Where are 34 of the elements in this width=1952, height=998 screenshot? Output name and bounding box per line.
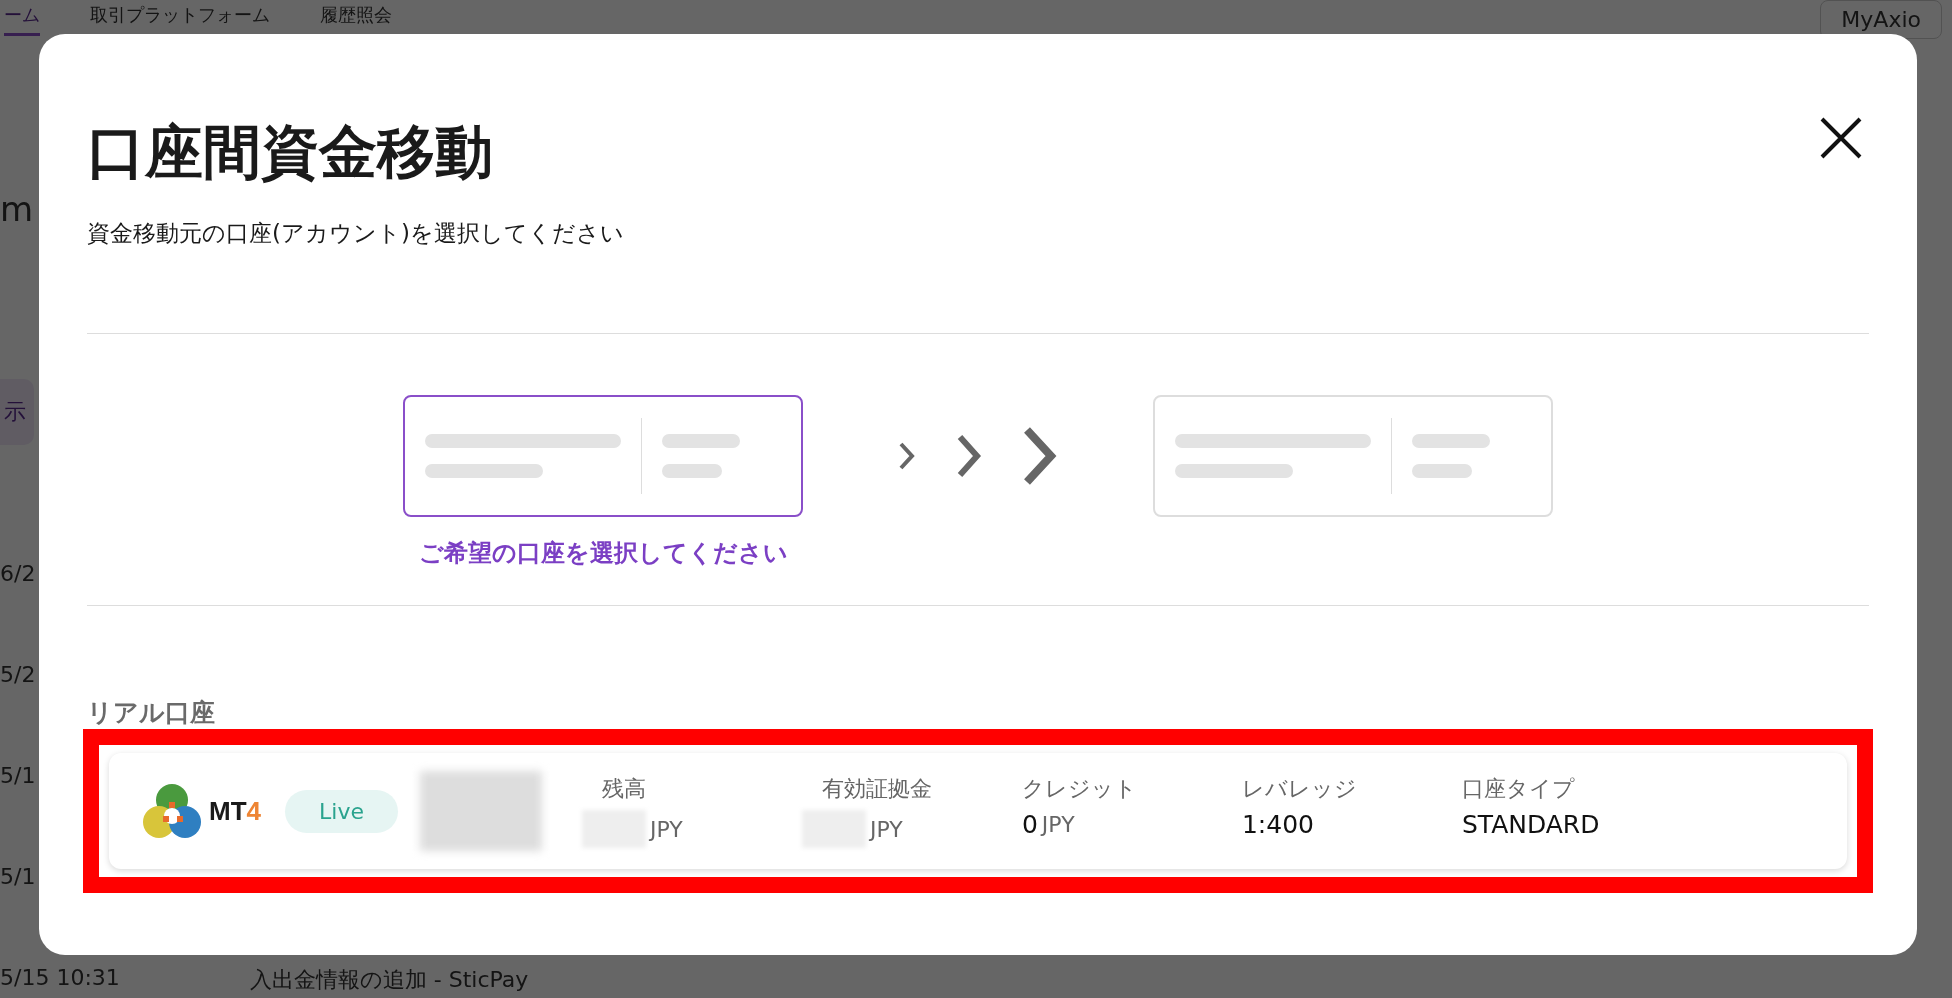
currency-label: JPY [1041, 812, 1075, 837]
field-value: STANDARD [1461, 810, 1600, 839]
currency-label: JPY [649, 816, 683, 842]
filter-tab[interactable]: 示 [0, 379, 34, 445]
chevron-icon [1022, 425, 1058, 487]
nav-tab[interactable]: 履歴照会 [320, 3, 392, 36]
nav-tab[interactable]: 取引プラットフォーム [90, 3, 270, 36]
field-label: クレジット [1021, 775, 1138, 803]
close-icon[interactable] [1819, 116, 1863, 160]
account-placeholder-card[interactable] [403, 395, 803, 517]
dialog-title: 口座間資金移動 [87, 117, 494, 188]
nav-tab[interactable]: ーム [4, 3, 40, 36]
chevron-icon [898, 441, 916, 471]
field-value: 0 [1021, 810, 1038, 839]
history-date: 6/2 [0, 561, 36, 586]
history-date: 5/15 10:31 [0, 965, 120, 992]
history-date: 5/1 [0, 864, 36, 889]
field-value: 1:400 [1241, 810, 1314, 839]
account-row[interactable]: MT4 Live 残高 JPY 有効証拠金 JPY クレジット 0 JPY レバレッジ 1:400 口座タイプ STANDARD [109, 753, 1847, 869]
chevron-icon [956, 433, 982, 479]
history-description: 入出金情報の追加 - SticPay [249, 966, 529, 994]
select-prompt: ご希望の口座を選択してください [418, 538, 788, 569]
field-label: レバレッジ [1241, 775, 1358, 803]
field-label: 残高 [600, 775, 647, 803]
currency-label: JPY [869, 816, 903, 842]
history-date: 5/2 [0, 662, 36, 687]
dialog-subtitle: 資金移動元の口座(アカウント)を選択してください [87, 219, 624, 248]
status-badge: Live [285, 789, 398, 833]
field-label: 有効証拠金 [820, 775, 933, 803]
field-label: 口座タイプ [1461, 775, 1576, 803]
history-date: 5/1 [0, 763, 36, 788]
section-label: リアル口座 [87, 697, 216, 729]
page-heading: m [0, 189, 34, 229]
platform-label: MT4 [209, 795, 261, 827]
